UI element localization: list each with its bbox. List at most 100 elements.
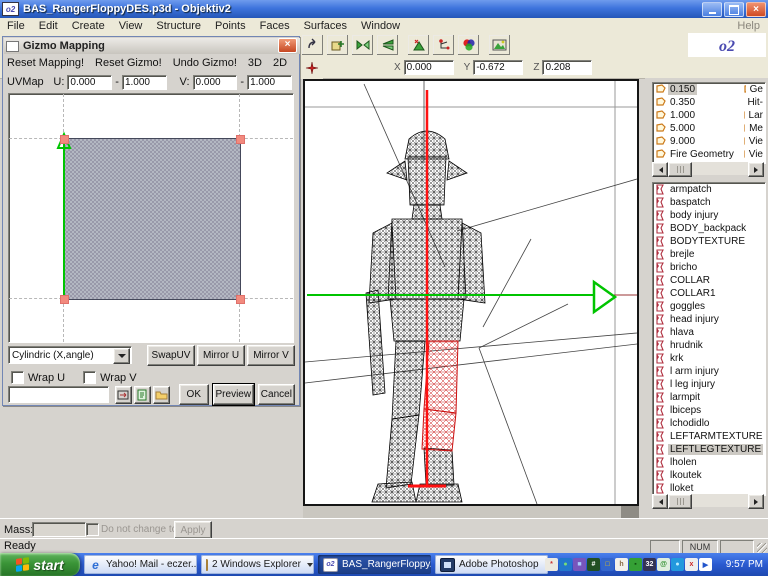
taskbar-task-yahoo[interactable]: e Yahoo! Mail - eczer...: [84, 555, 197, 574]
create-face-icon[interactable]: [407, 34, 430, 56]
menu-item[interactable]: Structure: [149, 20, 208, 32]
lod-list-item-col2[interactable]: Ge: [741, 83, 765, 96]
scroll-left-icon[interactable]: [652, 494, 668, 509]
tray-icon[interactable]: h: [615, 558, 628, 571]
browse-folder-icon[interactable]: [153, 386, 170, 404]
dropdown-arrow-icon[interactable]: [113, 348, 130, 364]
selection-list-item[interactable]: larmpit: [653, 391, 765, 404]
scroll-right-icon[interactable]: [748, 162, 764, 177]
selection-list-item[interactable]: l leg injury: [653, 378, 765, 391]
selection-list-item[interactable]: COLLAR: [653, 274, 765, 287]
wrap-v-checkbox[interactable]: Wrap V: [83, 371, 136, 384]
tray-icon[interactable]: *: [545, 558, 558, 571]
mirror-u-button[interactable]: Mirror U: [197, 345, 245, 366]
undo-icon[interactable]: [301, 34, 324, 56]
selection-list-item[interactable]: body injury: [653, 209, 765, 222]
selection-list-item[interactable]: goggles: [653, 300, 765, 313]
tray-icon[interactable]: ●: [671, 558, 684, 571]
swapuv-button[interactable]: SwapUV: [147, 345, 195, 366]
dialog-menu-item[interactable]: Undo Gizmo!: [173, 57, 237, 69]
background-texture-icon[interactable]: [488, 34, 511, 56]
mirror-v-button[interactable]: Mirror V: [247, 345, 295, 366]
resize-grip[interactable]: [757, 543, 767, 553]
tray-icon[interactable]: ●: [559, 558, 572, 571]
edit-texture-icon[interactable]: [134, 386, 151, 404]
menu-item[interactable]: Window: [354, 20, 407, 32]
tray-icon[interactable]: ▪: [629, 558, 642, 571]
flip-faces-icon[interactable]: [376, 34, 399, 56]
uv-handle-bottomright[interactable]: [236, 295, 245, 304]
menu-item[interactable]: View: [112, 20, 150, 32]
selection-list-item[interactable]: COLLAR1: [653, 287, 765, 300]
lod-list-item-col2[interactable]: Hit-: [741, 96, 765, 109]
lod-hscrollbar[interactable]: [652, 162, 764, 175]
uv-preview-area[interactable]: [8, 93, 294, 343]
tray-icon[interactable]: @: [657, 558, 670, 571]
menu-item[interactable]: File: [0, 20, 32, 32]
selection-list-item[interactable]: BODYTEXTURE: [653, 235, 765, 248]
menu-item[interactable]: Surfaces: [297, 20, 354, 32]
selection-hscrollbar[interactable]: [652, 494, 764, 507]
mass-field[interactable]: [32, 522, 86, 537]
v-min-field[interactable]: 0.000: [193, 75, 238, 90]
selection-list-item[interactable]: armpatch: [653, 183, 765, 196]
u-min-field[interactable]: 0.000: [67, 75, 112, 90]
coord-x-field[interactable]: 0.000: [404, 60, 454, 75]
viewport-3d[interactable]: [303, 79, 639, 506]
tray-icon[interactable]: □: [601, 558, 614, 571]
mirror-faces-icon[interactable]: [351, 34, 374, 56]
coord-y-field[interactable]: -0.672: [473, 60, 523, 75]
apply-button[interactable]: Apply: [174, 521, 212, 539]
tray-icon[interactable]: 32: [643, 558, 656, 571]
selection-list-item[interactable]: head injury: [653, 313, 765, 326]
scroll-left-icon[interactable]: [652, 162, 668, 177]
dialog-titlebar[interactable]: Gizmo Mapping: [4, 38, 300, 54]
u-max-field[interactable]: 1.000: [122, 75, 167, 90]
selection-list-item[interactable]: lchodidlo: [653, 417, 765, 430]
paste-points-icon[interactable]: [326, 34, 349, 56]
colors-icon[interactable]: [457, 34, 480, 56]
pin-points-icon[interactable]: [300, 57, 323, 79]
preview-button[interactable]: Preview: [213, 384, 254, 405]
selection-list-item[interactable]: krk: [653, 352, 765, 365]
cancel-button[interactable]: Cancel: [258, 384, 295, 405]
selection-list-item[interactable]: BODY_backpack: [653, 222, 765, 235]
dialog-menu-item[interactable]: 2D: [273, 57, 287, 69]
dialog-menu-item[interactable]: 3D: [248, 57, 262, 69]
coord-z-field[interactable]: 0.208: [542, 60, 592, 75]
dialog-menu-item[interactable]: Reset Gizmo!: [95, 57, 162, 69]
menu-item[interactable]: Create: [65, 20, 112, 32]
lod-list-item-col2[interactable]: Lar: [741, 109, 765, 122]
scroll-right-icon[interactable]: [748, 494, 764, 509]
dialog-close-icon[interactable]: ×: [278, 38, 297, 53]
taskbar-task-explorer-group[interactable]: 2 Windows Explorer: [201, 555, 314, 574]
minimize-button[interactable]: [702, 2, 722, 17]
v-max-field[interactable]: 1.000: [247, 75, 292, 90]
selection-list-item[interactable]: lkoutek: [653, 469, 765, 482]
selection-list-item[interactable]: hlava: [653, 326, 765, 339]
lod-list-item-col2[interactable]: Me: [741, 122, 765, 135]
menu-item[interactable]: Faces: [253, 20, 297, 32]
lod-list[interactable]: 0.150 0.350 1.000 5.000 9.000: [652, 82, 766, 164]
texture-name-field[interactable]: [8, 386, 109, 403]
lod-list-item-col2[interactable]: Vie: [741, 135, 765, 148]
taskbar-task-photoshop[interactable]: Adobe Photoshop: [435, 555, 548, 574]
projection-dropdown[interactable]: Cylindric (X,angle): [8, 346, 132, 364]
uv-handle-topright[interactable]: [236, 135, 245, 144]
selection-list-item[interactable]: l arm injury: [653, 365, 765, 378]
selection-list-item[interactable]: lbiceps: [653, 404, 765, 417]
selection-list-item[interactable]: baspatch: [653, 196, 765, 209]
tray-icon[interactable]: x: [685, 558, 698, 571]
menu-item-help[interactable]: Help: [737, 20, 760, 32]
ok-button[interactable]: OK: [179, 384, 209, 405]
dialog-menu-item[interactable]: Reset Mapping!: [7, 57, 84, 69]
taskbar-task-objektiv[interactable]: o2 BAS_RangerFloppy...: [318, 555, 431, 574]
mass-checkbox[interactable]: [86, 523, 99, 536]
menu-item[interactable]: Points: [208, 20, 253, 32]
start-button[interactable]: start: [0, 553, 80, 576]
wrap-u-checkbox[interactable]: Wrap U: [11, 371, 65, 384]
tray-icon[interactable]: #: [587, 558, 600, 571]
lod-list-item-col2[interactable]: Vie: [741, 148, 765, 161]
close-button[interactable]: ×: [746, 2, 766, 17]
selection-list-item[interactable]: hrudnik: [653, 339, 765, 352]
